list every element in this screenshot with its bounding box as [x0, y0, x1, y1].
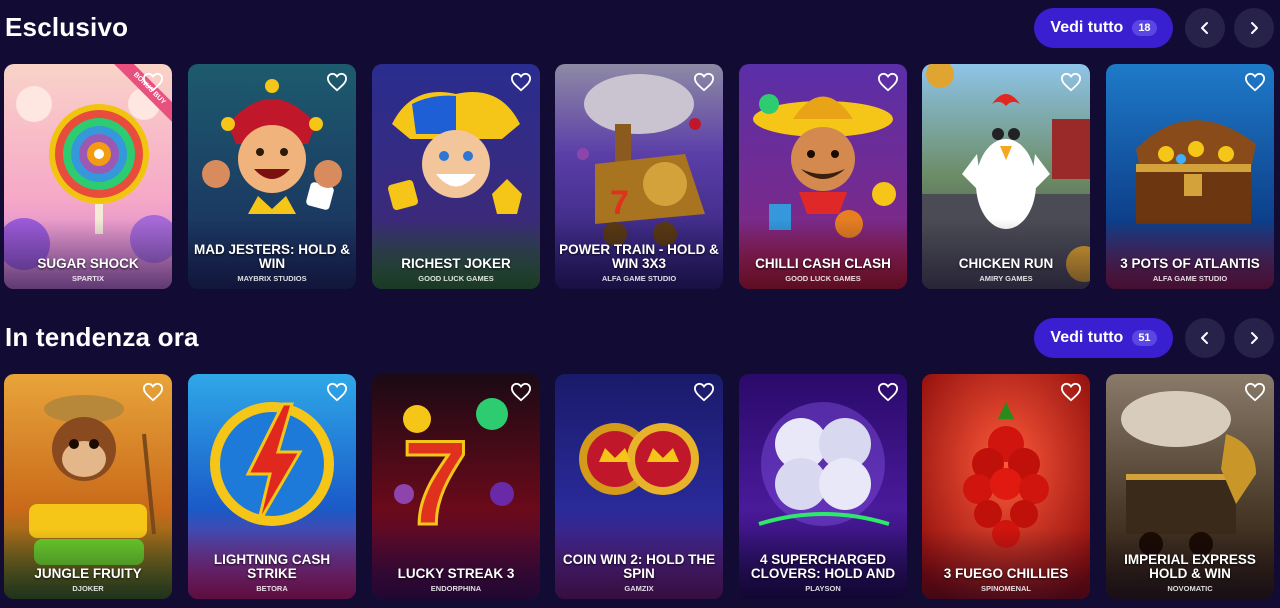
- see-all-button[interactable]: Vedi tutto 18: [1034, 8, 1173, 48]
- section-title: In tendenza ora: [5, 322, 199, 352]
- count-badge: 51: [1132, 330, 1157, 346]
- game-provider: BETORA: [256, 584, 288, 593]
- game-title: MAD JESTERS: HOLD & WIN: [193, 242, 350, 271]
- chevron-right-icon: [1251, 22, 1258, 34]
- game-provider: PLAYSON: [805, 584, 841, 593]
- game-card[interactable]: CHILLI CASH CLASH GOOD LUCK GAMES: [739, 64, 907, 289]
- game-title: 4 SUPERCHARGED CLOVERS: HOLD AND: [750, 552, 896, 581]
- game-card[interactable]: COIN WIN 2: HOLD THE SPIN GAMZIX: [555, 374, 723, 599]
- game-carousel: BONUS BUY SUGAR SHOCK SPARTIX MAD JESTER…: [0, 64, 1280, 289]
- game-card[interactable]: RICHEST JOKER GOOD LUCK GAMES: [372, 64, 540, 289]
- favorite-heart-icon[interactable]: [142, 382, 164, 402]
- favorite-heart-icon[interactable]: [693, 72, 715, 92]
- section-header: In tendenza ora Vedi tutto 51: [0, 310, 1280, 366]
- chevron-left-icon: [1201, 22, 1208, 34]
- game-provider: MAYBRIX STUDIOS: [237, 274, 307, 283]
- game-card[interactable]: 3 POTS OF ATLANTIS ALFA GAME STUDIO: [1106, 64, 1274, 289]
- game-card[interactable]: LIGHTNING CASH STRIKE BETORA: [188, 374, 356, 599]
- game-title: SUGAR SHOCK: [37, 256, 139, 271]
- game-card[interactable]: 3 FUEGO CHILLIES SPINOMENAL: [922, 374, 1090, 599]
- section-in-tendenza: In tendenza ora Vedi tutto 51 JUNGLE FRU…: [0, 310, 1280, 599]
- previous-button[interactable]: [1185, 8, 1225, 48]
- game-title: CHICKEN RUN: [958, 256, 1054, 271]
- favorite-heart-icon[interactable]: [877, 382, 899, 402]
- next-button[interactable]: [1234, 8, 1274, 48]
- favorite-heart-icon[interactable]: [510, 72, 532, 92]
- game-title: JUNGLE FRUITY: [34, 566, 142, 581]
- game-title: IMPERIAL EXPRESS HOLD & WIN: [1124, 552, 1256, 581]
- game-provider: AMIRY GAMES: [979, 274, 1033, 283]
- game-provider: GOOD LUCK GAMES: [785, 274, 861, 283]
- game-provider: NOVOMATIC: [1167, 584, 1213, 593]
- favorite-heart-icon[interactable]: [1060, 72, 1082, 92]
- game-card[interactable]: MAD JESTERS: HOLD & WIN MAYBRIX STUDIOS: [188, 64, 356, 289]
- favorite-heart-icon[interactable]: [326, 382, 348, 402]
- favorite-heart-icon[interactable]: [693, 382, 715, 402]
- favorite-heart-icon[interactable]: [1244, 72, 1266, 92]
- see-all-label: Vedi tutto: [1050, 19, 1124, 36]
- svg-text:7: 7: [610, 184, 629, 222]
- game-title: LUCKY STREAK 3: [397, 566, 515, 581]
- favorite-heart-icon[interactable]: [326, 72, 348, 92]
- previous-button[interactable]: [1185, 318, 1225, 358]
- favorite-heart-icon[interactable]: [1060, 382, 1082, 402]
- game-provider: SPINOMENAL: [980, 584, 1031, 593]
- game-title: 3 POTS OF ATLANTIS: [1120, 256, 1260, 271]
- game-title: LIGHTNING CASH STRIKE: [213, 552, 331, 581]
- game-provider: GOOD LUCK GAMES: [418, 274, 494, 283]
- favorite-heart-icon[interactable]: [142, 72, 164, 92]
- favorite-heart-icon[interactable]: [510, 382, 532, 402]
- game-provider: SPARTIX: [72, 274, 104, 283]
- section-header: Esclusivo Vedi tutto 18: [0, 0, 1280, 56]
- section-title: Esclusivo: [5, 12, 129, 42]
- game-provider: DJOKER: [72, 584, 104, 593]
- chevron-right-icon: [1251, 332, 1258, 344]
- game-carousel: JUNGLE FRUITY DJOKER LIGHTNING CASH STRI…: [0, 374, 1280, 599]
- favorite-heart-icon[interactable]: [1244, 382, 1266, 402]
- game-card[interactable]: 7 LUCKY STREAK 3 ENDORPHINA: [372, 374, 540, 599]
- see-all-button[interactable]: Vedi tutto 51: [1034, 318, 1173, 358]
- game-card[interactable]: 4 SUPERCHARGED CLOVERS: HOLD AND PLAYSON: [739, 374, 907, 599]
- game-card[interactable]: IMPERIAL EXPRESS HOLD & WIN NOVOMATIC: [1106, 374, 1274, 599]
- see-all-label: Vedi tutto: [1050, 329, 1124, 346]
- game-title: CHILLI CASH CLASH: [755, 256, 891, 271]
- next-button[interactable]: [1234, 318, 1274, 358]
- game-card[interactable]: JUNGLE FRUITY DJOKER: [4, 374, 172, 599]
- game-provider: GAMZIX: [624, 584, 654, 593]
- game-provider: ALFA GAME STUDIO: [601, 274, 677, 283]
- count-badge: 18: [1132, 20, 1157, 36]
- game-title: POWER TRAIN - HOLD & WIN 3X3: [559, 242, 719, 271]
- game-title: RICHEST JOKER: [401, 256, 511, 271]
- game-title: 3 FUEGO CHILLIES: [943, 566, 1069, 581]
- chevron-left-icon: [1201, 332, 1208, 344]
- game-card[interactable]: 7 POWER TRAIN - HOLD & WIN 3X3 ALFA GAME…: [555, 64, 723, 289]
- game-card[interactable]: BONUS BUY SUGAR SHOCK SPARTIX: [4, 64, 172, 289]
- game-provider: ALFA GAME STUDIO: [1152, 274, 1228, 283]
- section-esclusivo: Esclusivo Vedi tutto 18 BONUS BUY SUGAR …: [0, 0, 1280, 289]
- game-card[interactable]: CHICKEN RUN AMIRY GAMES: [922, 64, 1090, 289]
- favorite-heart-icon[interactable]: [877, 72, 899, 92]
- game-title: COIN WIN 2: HOLD THE SPIN: [562, 552, 716, 581]
- game-provider: ENDORPHINA: [430, 584, 482, 593]
